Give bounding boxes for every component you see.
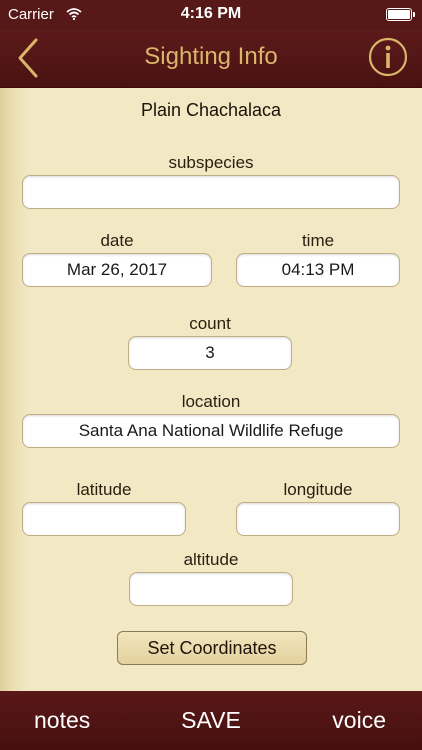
navigation-bar: Sighting Info [0, 30, 422, 88]
species-name: Plain Chachalaca [140, 100, 282, 120]
info-button[interactable] [366, 35, 410, 79]
date-field[interactable]: Mar 26, 2017 [22, 253, 212, 287]
info-circle-icon [368, 37, 408, 77]
location-label: location [181, 392, 241, 411]
set-coordinates-button[interactable]: Set Coordinates [117, 631, 307, 665]
subspecies-label: subspecies [168, 153, 254, 172]
status-bar: Carrier 4:16 PM [0, 0, 422, 30]
count-label: count [189, 314, 231, 333]
date-label: date [100, 231, 134, 250]
altitude-label: altitude [183, 550, 239, 569]
latitude-label: latitude [76, 480, 132, 499]
latitude-field[interactable] [22, 502, 186, 536]
bottom-toolbar: notes SAVE voice [0, 691, 422, 750]
clock: 4:16 PM [180, 5, 242, 22]
altitude-field[interactable] [129, 572, 293, 606]
longitude-label: longitude [283, 480, 353, 499]
location-field[interactable]: Santa Ana National Wildlife Refuge [22, 414, 400, 448]
voice-button[interactable]: voice [332, 707, 386, 734]
subspecies-field[interactable] [22, 175, 400, 209]
page-title: Sighting Info [144, 43, 278, 70]
battery-icon [386, 8, 415, 21]
longitude-field[interactable] [236, 502, 400, 536]
time-field[interactable]: 04:13 PM [236, 253, 400, 287]
time-label: time [301, 231, 335, 250]
count-field[interactable]: 3 [128, 336, 292, 370]
